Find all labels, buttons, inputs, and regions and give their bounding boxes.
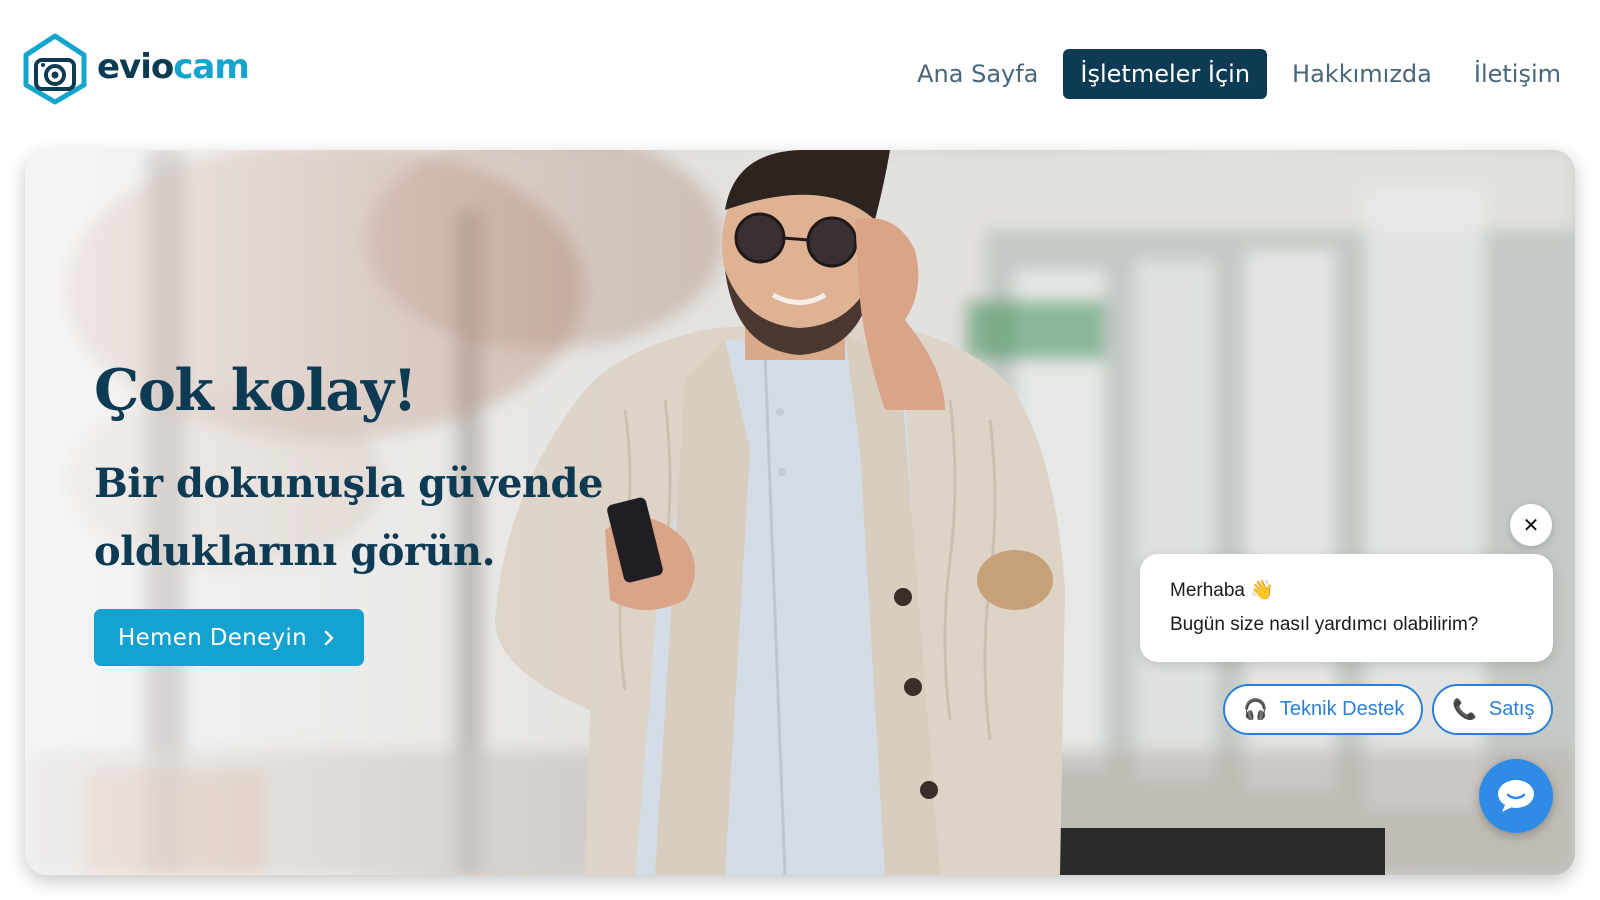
hero-subheadline: Bir dokunuşla güvende olduklarını görün. [94,460,603,575]
chat-bubble-icon [1498,780,1534,812]
phone-icon: 📞 [1452,699,1477,721]
nav-item-home[interactable]: Ana Sayfa [900,49,1055,99]
brand-wordmark: eviocam [97,47,250,87]
brand-logo[interactable]: eviocam [22,33,250,105]
try-now-button[interactable]: Hemen Deneyin [94,609,364,666]
brand-name-part2: cam [173,47,250,87]
camera-house-icon [23,33,87,105]
sales-label: Satış [1488,698,1535,720]
nav-item-business[interactable]: İşletmeler İçin [1063,49,1268,99]
chevron-right-icon [324,630,334,645]
nav-item-contact[interactable]: İletişim [1457,49,1578,99]
nav-item-about[interactable]: Hakkımızda [1275,49,1449,99]
technical-support-label: Teknik Destek [1279,698,1405,720]
chat-greeting-bubble: Merhaba 👋 Bugün size nasıl yardımcı olab… [1140,554,1553,662]
main-nav: Ana Sayfa İşletmeler İçin Hakkımızda İle… [900,49,1578,99]
chat-close-button[interactable]: ✕ [1510,504,1552,546]
technical-support-button[interactable]: 🎧 Teknik Destek [1223,684,1423,735]
brand-name-part1: evio [97,47,174,87]
chat-message: Bugün size nasıl yardımcı olabilirim? [1170,614,1479,635]
close-icon: ✕ [1522,513,1540,537]
try-now-label: Hemen Deneyin [118,624,307,651]
hero-banner: Çok kolay! Bir dokunuşla güvende oldukla… [25,150,1575,875]
chat-greeting: Merhaba 👋 [1170,580,1274,601]
hero-headline: Çok kolay! [94,357,417,424]
sales-button[interactable]: 📞 Satış [1432,684,1553,735]
headphones-icon: 🎧 [1243,699,1268,721]
chat-launcher-button[interactable] [1479,759,1553,833]
